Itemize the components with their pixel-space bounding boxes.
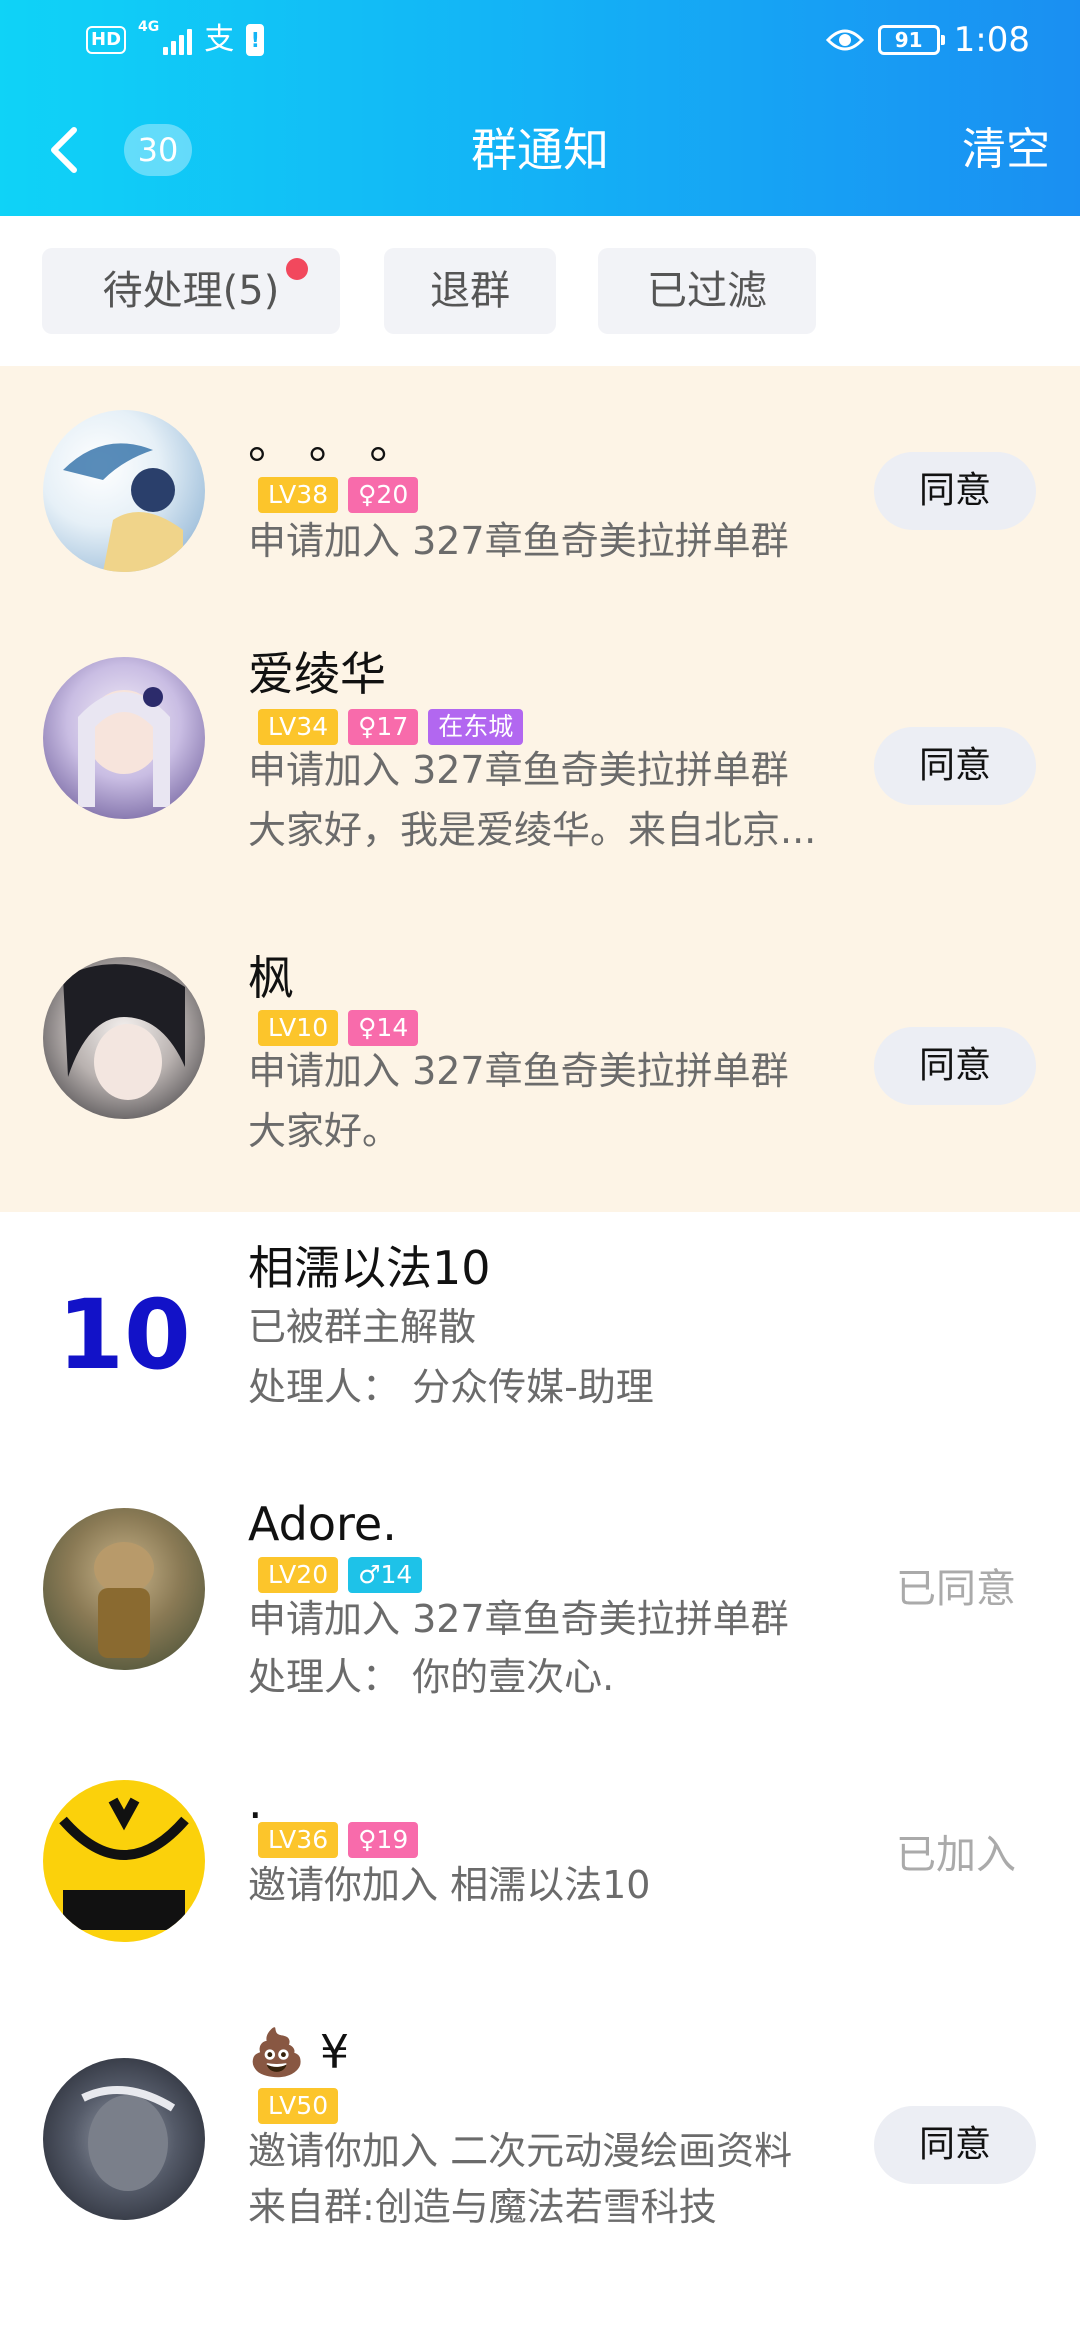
filter-quit[interactable]: 退群: [384, 248, 556, 334]
filter-pending[interactable]: 待处理(5): [42, 248, 340, 334]
status-bar: HD 4G 支 91 1:08: [0, 0, 1080, 80]
clear-button[interactable]: 清空: [962, 100, 1050, 200]
agree-button[interactable]: 同意: [874, 1027, 1036, 1105]
alipay-icon: 支: [204, 22, 235, 57]
user-name: 💩 ¥: [248, 2025, 350, 2079]
user-name: 。 。 。: [248, 415, 416, 469]
status-agreed: 已同意: [896, 1566, 1016, 1612]
avatar[interactable]: [43, 1508, 205, 1670]
warning-icon: [246, 24, 265, 56]
notice-text: 申请加入 327章鱼奇美拉拼单群: [248, 1597, 789, 1641]
network-type: 4G: [138, 19, 160, 35]
level-tag: LV20: [258, 1557, 339, 1593]
user-tags: LV20 ♂14: [258, 1557, 423, 1593]
location-tag: 在东城: [428, 709, 524, 745]
user-name: 爱绫华: [248, 647, 386, 701]
status-right: 91 1:08: [825, 18, 1030, 62]
agree-button[interactable]: 同意: [874, 452, 1036, 530]
list-item[interactable]: 10 相濡以法10 已被群主解散 处理人： 分众传媒-助理: [0, 1212, 1080, 1456]
gender-age-tag: ♂14: [348, 1557, 423, 1593]
hd-icon: HD: [86, 26, 127, 54]
notice-text: 邀请你加入 相濡以法10: [248, 1863, 651, 1907]
user-tags: LV50: [258, 2088, 339, 2124]
notice-text: 已被群主解散: [248, 1305, 477, 1349]
status-joined: 已加入: [896, 1832, 1016, 1878]
level-tag: LV34: [258, 709, 339, 745]
page-title: 群通知: [471, 123, 609, 177]
user-tags: LV36 ♀19: [258, 1822, 419, 1858]
level-tag: LV38: [258, 477, 339, 513]
nav-bar: 30 群通知 清空: [0, 100, 1080, 200]
agree-button[interactable]: 同意: [874, 2106, 1036, 2184]
gender-age-tag: ♀14: [348, 1010, 419, 1046]
notice-text: 申请加入 327章鱼奇美拉拼单群: [248, 519, 789, 563]
list-item[interactable]: . LV36 ♀19 邀请你加入 相濡以法10 已加入: [0, 1726, 1080, 1982]
avatar[interactable]: [43, 2058, 205, 2220]
handler-text: 处理人： 分众传媒-助理: [248, 1365, 654, 1409]
avatar[interactable]: [43, 957, 205, 1119]
handler-text: 处理人： 你的壹次心.: [248, 1655, 615, 1699]
list-item[interactable]: 💩 ¥ LV50 邀请你加入 二次元动漫绘画资料 来自群:创造与魔法若雪科技 同…: [0, 1982, 1080, 2340]
notice-text: 申请加入 327章鱼奇美拉拼单群: [248, 1049, 789, 1093]
gender-age-tag: ♀19: [348, 1822, 419, 1858]
avatar[interactable]: [43, 410, 205, 572]
notice-message: 大家好，我是爱绫华。来自北京...: [248, 808, 817, 852]
list-item[interactable]: 爱绫华 LV34 ♀17 在东城 申请加入 327章鱼奇美拉拼单群 大家好，我是…: [0, 632, 1080, 932]
avatar[interactable]: [43, 657, 205, 819]
header: HD 4G 支 91 1:08 30 群通知 清空: [0, 0, 1080, 216]
user-tags: LV34 ♀17 在东城: [258, 709, 524, 745]
user-tags: LV38 ♀20: [258, 477, 419, 513]
notice-text: 邀请你加入 二次元动漫绘画资料: [248, 2129, 793, 2173]
level-tag: LV36: [258, 1822, 339, 1858]
group-avatar[interactable]: 10: [43, 1254, 205, 1416]
list-item[interactable]: 。 。 。 LV38 ♀20 申请加入 327章鱼奇美拉拼单群 同意: [0, 366, 1080, 632]
group-name: 相濡以法10: [248, 1241, 491, 1295]
list-item[interactable]: Adore. LV20 ♂14 申请加入 327章鱼奇美拉拼单群 处理人： 你的…: [0, 1456, 1080, 1726]
filter-bar: 待处理(5) 退群 已过滤: [0, 216, 1080, 366]
battery-icon: 91: [877, 25, 945, 55]
signal-icon: [163, 25, 193, 55]
avatar[interactable]: [43, 1780, 205, 1942]
group-avatar-text: 10: [57, 1279, 191, 1391]
user-name: 枫: [248, 951, 294, 1005]
notice-text: 申请加入 327章鱼奇美拉拼单群: [248, 748, 789, 792]
filter-filtered[interactable]: 已过滤: [598, 248, 816, 334]
gender-age-tag: ♀20: [348, 477, 419, 513]
notice-message: 大家好。: [248, 1109, 401, 1153]
user-name: Adore.: [248, 1497, 397, 1551]
filter-quit-label: 退群: [430, 268, 510, 314]
gender-age-tag: ♀17: [348, 709, 419, 745]
filter-pending-label: 待处理(5): [102, 268, 280, 314]
clock: 1:08: [953, 20, 1030, 60]
eye-icon: [825, 28, 864, 52]
user-tags: LV10 ♀14: [258, 1010, 419, 1046]
level-tag: LV10: [258, 1010, 339, 1046]
agree-button[interactable]: 同意: [874, 727, 1036, 805]
level-tag: LV50: [258, 2088, 339, 2124]
source-group-text: 来自群:创造与魔法若雪科技: [248, 2185, 717, 2229]
filter-filtered-label: 已过滤: [647, 268, 767, 314]
status-left: HD 4G 支: [86, 19, 265, 60]
list-item[interactable]: 枫 LV10 ♀14 申请加入 327章鱼奇美拉拼单群 大家好。 同意: [0, 932, 1080, 1212]
unread-dot: [286, 258, 308, 280]
